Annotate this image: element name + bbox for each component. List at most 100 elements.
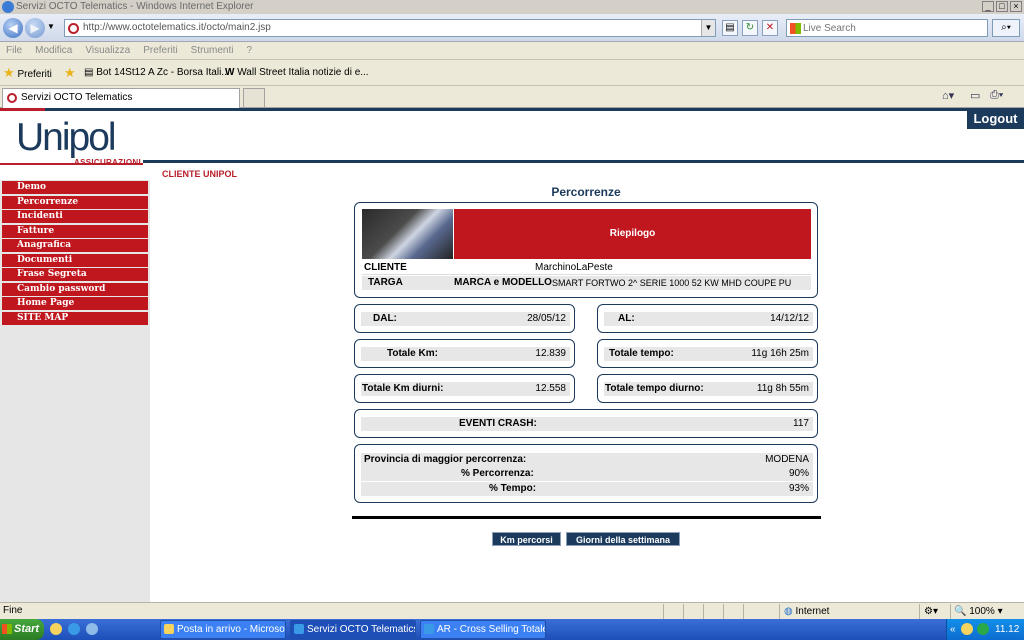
favorite-label: Bot 14St12 A Zc - Borsa Itali... (96, 67, 230, 78)
menu-item-demo[interactable]: Demo (2, 181, 148, 194)
menu-visualizza[interactable]: Visualizza (85, 42, 130, 59)
quicklaunch-desktop-icon[interactable] (86, 623, 98, 635)
menu-item-fatture[interactable]: Fatture (2, 224, 148, 238)
taskbar: Start Posta in arrivo - Microsof... Serv… (0, 619, 1024, 640)
windows-flag-icon (2, 624, 12, 634)
task-label: Posta in arrivo - Microsof... (177, 624, 286, 635)
giorni-settimana-button[interactable]: Giorni della settimana (566, 532, 680, 546)
add-favorite-icon[interactable]: ★ (64, 60, 76, 86)
al-row: AL: 14/12/12 (604, 312, 813, 326)
task-ar[interactable]: AR - Cross Selling Totale ... (420, 620, 546, 639)
menu-preferiti[interactable]: Preferiti (143, 42, 177, 59)
header-line (0, 108, 1024, 111)
crash-value: 117 (793, 418, 809, 429)
km-percorsi-button[interactable]: Km percorsi (492, 532, 561, 546)
menu-item-frase-segreta[interactable]: Frase Segreta (2, 268, 148, 281)
refresh-icon[interactable]: ↻ (742, 20, 758, 36)
marca-value: SMART FORTWO 2^ SERIE 1000 52 KW MHD COU… (552, 278, 792, 288)
provincia-value: MODENA (765, 454, 809, 465)
status-bar: Fine ◍ Internet ⚙▾ 🔍 100% ▾ (0, 602, 1024, 619)
status-segment (723, 604, 743, 619)
totale-tempo-label: Totale tempo: (609, 348, 674, 359)
totale-km-value: 12.839 (535, 348, 566, 359)
menu-item-anagrafica[interactable]: Anagrafica (2, 239, 148, 252)
history-dropdown-icon[interactable]: ▼ (47, 22, 55, 31)
km-diurni-box: Totale Km diurni: 12.558 (354, 374, 575, 403)
task-label: Servizi OCTO Telematics ... (307, 624, 416, 635)
print-icon[interactable]: ⎙▾ (990, 89, 1003, 102)
provincia-row: Provincia di maggior percorrenza: MODENA (361, 453, 813, 467)
menu-item-home-page[interactable]: Home Page (2, 297, 148, 310)
system-tray: « 11.12 (946, 619, 1024, 640)
task-octo[interactable]: Servizi OCTO Telematics ... (290, 620, 416, 639)
close-window-button[interactable]: × (1010, 1, 1022, 12)
home-icon[interactable]: ⌂▾ (942, 89, 954, 102)
km-diurni-value: 12.558 (535, 383, 566, 394)
ie-task-icon (424, 624, 434, 634)
header-divider-red (0, 163, 143, 165)
totale-tempo-row: Totale tempo: 11g 16h 25m (604, 347, 813, 361)
url-text: http://www.octotelematics.it/octo/main2.… (83, 22, 271, 33)
zoom-control[interactable]: 🔍 100% ▾ (950, 604, 1022, 619)
al-label: AL: (618, 313, 635, 324)
tempo-perc-value: 93% (788, 483, 809, 494)
stop-icon[interactable]: ✕ (762, 20, 778, 36)
menu-item-percorrenze[interactable]: Percorrenze (2, 195, 148, 209)
header-divider (143, 160, 1024, 163)
site-favicon (68, 23, 79, 34)
tray-icon[interactable] (961, 623, 973, 635)
compatibility-icon[interactable]: ▤ (722, 20, 738, 36)
window-titlebar: Servizi OCTO Telematics - Windows Intern… (0, 0, 1024, 14)
menu-item-cambio-password[interactable]: Cambio password (2, 282, 148, 296)
favorite-link-wallstreet[interactable]: W Wall Street Italia notizie di e... (225, 60, 369, 86)
address-input[interactable]: http://www.octotelematics.it/octo/main2.… (64, 19, 716, 37)
header-accent (0, 108, 45, 111)
logout-button[interactable]: Logout (967, 108, 1024, 129)
menu-item-documenti[interactable]: Documenti (2, 253, 148, 267)
menu-file[interactable]: File (6, 42, 22, 59)
maximize-button[interactable]: □ (996, 1, 1008, 12)
tray-icon[interactable] (977, 623, 989, 635)
quicklaunch-messenger-icon[interactable] (50, 623, 62, 635)
marca-label: MARCA e MODELLO (454, 277, 552, 288)
targa-row: TARGA MARCA e MODELLO SMART FORTWO 2^ SE… (362, 276, 811, 290)
tempo-diurno-value: 11g 8h 55m (756, 383, 809, 394)
protected-mode-icon[interactable]: ⚙▾ (919, 604, 949, 619)
search-box[interactable] (786, 19, 988, 37)
search-go-button[interactable]: ⌕▾ (992, 19, 1020, 37)
new-tab-button[interactable] (243, 88, 265, 108)
quicklaunch-ie-icon[interactable] (68, 623, 80, 635)
address-dropdown-icon[interactable]: ▼ (701, 20, 715, 36)
menu-strumenti[interactable]: Strumenti (191, 42, 234, 59)
tempo-diurno-box: Totale tempo diurno: 11g 8h 55m (597, 374, 818, 403)
menu-help[interactable]: ? (246, 42, 252, 59)
content-divider (352, 516, 821, 519)
page-viewport: Logout Unipol ASSICURAZIONI Demo Percorr… (0, 108, 1024, 602)
minimize-button[interactable]: _ (982, 1, 994, 12)
start-button[interactable]: Start (0, 619, 44, 640)
feeds-icon[interactable]: ▭ (970, 89, 980, 102)
window-title: Servizi OCTO Telematics - Windows Intern… (16, 1, 254, 12)
targa-label: TARGA (368, 277, 403, 288)
forward-button[interactable]: ▶ (25, 18, 45, 38)
status-segment (663, 604, 683, 619)
crash-box: EVENTI CRASH: 117 (354, 409, 818, 438)
zoom-icon: 🔍 (954, 606, 967, 617)
tab-octo[interactable]: Servizi OCTO Telematics (2, 88, 240, 108)
menu-modifica[interactable]: Modifica (35, 42, 72, 59)
back-button[interactable]: ◀ (3, 18, 23, 38)
tab-bar: Servizi OCTO Telematics ⌂▾ ▭ ⎙▾ (0, 86, 1024, 108)
tray-expand-icon[interactable]: « (950, 619, 956, 640)
status-segment (743, 604, 763, 619)
task-outlook[interactable]: Posta in arrivo - Microsof... (160, 620, 286, 639)
crash-row: EVENTI CRASH: 117 (361, 417, 813, 431)
menu-item-site-map[interactable]: SITE MAP (2, 311, 148, 325)
zone-indicator: ◍ Internet (779, 604, 919, 619)
favorites-button[interactable]: ★ Preferiti (3, 60, 52, 88)
percorrenza-value: 90% (788, 468, 809, 479)
menu-item-incidenti[interactable]: Incidenti (2, 210, 148, 223)
address-toolbar: ◀ ▶ ▼ http://www.octotelematics.it/octo/… (0, 14, 1024, 42)
search-input[interactable] (803, 21, 983, 35)
favorite-link-borsa[interactable]: ▤ Bot 14St12 A Zc - Borsa Itali... (84, 60, 230, 86)
dal-value: 28/05/12 (527, 313, 566, 324)
